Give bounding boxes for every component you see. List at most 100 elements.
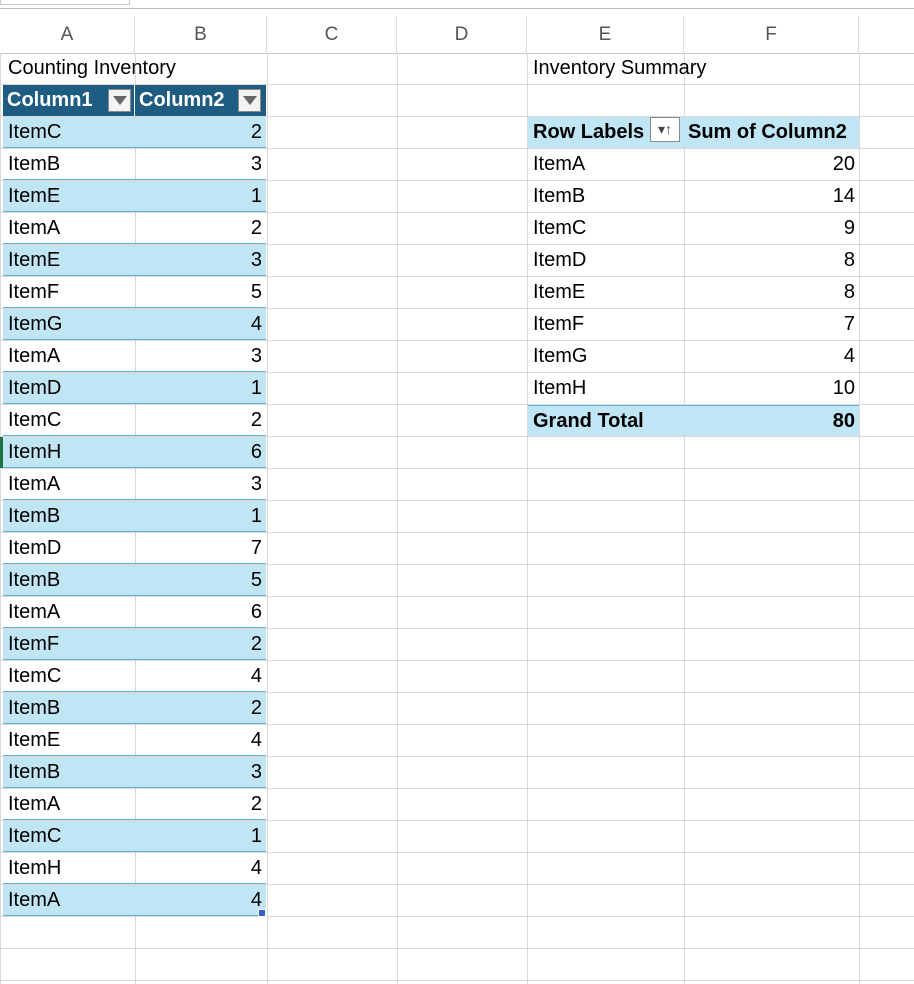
table-row-item-cell[interactable]: ItemA <box>3 789 135 820</box>
table-row-count-cell[interactable]: 2 <box>135 629 266 660</box>
table-row-item-cell[interactable]: ItemC <box>3 117 135 148</box>
table-row-count-cell[interactable]: 5 <box>135 565 266 596</box>
pivot-sum-header[interactable]: Sum of Column2 <box>684 117 859 148</box>
sheet-edge-tab <box>0 0 130 5</box>
table-row-count-cell[interactable]: 4 <box>135 853 266 884</box>
table-row-item-cell[interactable]: ItemC <box>3 405 135 436</box>
table-row-item-cell[interactable]: ItemH <box>3 853 135 884</box>
pivot-grand-total-value[interactable]: 80 <box>684 405 859 436</box>
pivot-row-value[interactable]: 4 <box>684 341 859 372</box>
chevron-down-icon <box>242 96 257 105</box>
table-title[interactable]: Counting Inventory <box>3 53 267 84</box>
table-row-item-cell[interactable]: ItemA <box>3 469 135 500</box>
column-header-e[interactable]: E <box>527 16 684 53</box>
table-row-count-cell[interactable]: 1 <box>135 181 266 212</box>
table-row-item-cell[interactable]: ItemG <box>3 309 135 340</box>
table-row-count-cell[interactable]: 5 <box>135 277 266 308</box>
pivot-row-label[interactable]: ItemG <box>528 341 684 372</box>
pivot-row-value[interactable]: 20 <box>684 149 859 180</box>
row-selection-marker <box>0 437 3 468</box>
table-row-item-cell[interactable]: ItemA <box>3 597 135 628</box>
pivot-row-labels-label: Row Labels <box>533 121 645 143</box>
chevron-down-icon <box>112 96 127 105</box>
grid-hline <box>0 916 914 917</box>
pivot-row-label[interactable]: ItemD <box>528 245 684 276</box>
pivot-row-value[interactable]: 10 <box>684 373 859 404</box>
pivot-title[interactable]: Inventory Summary <box>528 53 858 84</box>
table-row-count-cell[interactable]: 6 <box>135 597 266 628</box>
table-row-item-cell[interactable]: ItemA <box>3 341 135 372</box>
table-row-item-cell[interactable]: ItemB <box>3 565 135 596</box>
pivot-grand-total-label[interactable]: Grand Total <box>528 405 684 436</box>
pivot-row-value[interactable]: 8 <box>684 277 859 308</box>
grid-vline <box>0 53 1 984</box>
table-row-count-cell[interactable]: 3 <box>135 469 266 500</box>
table-row-count-cell[interactable]: 2 <box>135 789 266 820</box>
table-header-column1-label: Column1 <box>7 89 93 111</box>
pivot-row-label[interactable]: ItemE <box>528 277 684 308</box>
column-header-c[interactable]: C <box>267 16 397 53</box>
table-row-item-cell[interactable]: ItemF <box>3 277 135 308</box>
table-header-column1[interactable]: Column1 <box>3 85 134 116</box>
pivot-row-value[interactable]: 7 <box>684 309 859 340</box>
table-row-count-cell[interactable]: 1 <box>135 501 266 532</box>
table-row-item-cell[interactable]: ItemA <box>3 885 135 916</box>
table-row-count-cell[interactable]: 4 <box>135 885 266 916</box>
grid-vline <box>397 53 398 984</box>
ribbon-edge <box>0 0 914 16</box>
grid-vline <box>267 53 268 984</box>
pivot-row-value[interactable]: 8 <box>684 245 859 276</box>
table-row-item-cell[interactable]: ItemB <box>3 149 135 180</box>
table-row-item-cell[interactable]: ItemB <box>3 757 135 788</box>
fill-handle[interactable] <box>258 909 266 917</box>
table-row-count-cell[interactable]: 3 <box>135 341 266 372</box>
column-header-d[interactable]: D <box>397 16 527 53</box>
pivot-row-label[interactable]: ItemC <box>528 213 684 244</box>
filter-dropdown-column1[interactable] <box>108 89 131 112</box>
pivot-row-label[interactable]: ItemB <box>528 181 684 212</box>
table-row-count-cell[interactable]: 6 <box>135 437 266 468</box>
table-row-count-cell[interactable]: 7 <box>135 533 266 564</box>
pivot-row-value[interactable]: 9 <box>684 213 859 244</box>
table-row-item-cell[interactable]: ItemE <box>3 181 135 212</box>
sort-filter-icon: ▾↑ <box>657 121 673 137</box>
column-header-a[interactable]: A <box>0 16 135 53</box>
filter-dropdown-column2[interactable] <box>238 89 261 112</box>
table-row-count-cell[interactable]: 2 <box>135 693 266 724</box>
sheet-grid[interactable]: Counting Inventory Column1 Column2 ItemC… <box>0 53 914 984</box>
column-header-f[interactable]: F <box>684 16 859 53</box>
column-headers: A B C D E F <box>0 16 914 54</box>
column-header-b[interactable]: B <box>135 16 267 53</box>
pivot-row-label[interactable]: ItemA <box>528 149 684 180</box>
pivot-row-label[interactable]: ItemH <box>528 373 684 404</box>
table-row-count-cell[interactable]: 3 <box>135 245 266 276</box>
table-row-count-cell[interactable]: 4 <box>135 309 266 340</box>
table-row-item-cell[interactable]: ItemE <box>3 725 135 756</box>
table-row-item-cell[interactable]: ItemB <box>3 693 135 724</box>
table-row-count-cell[interactable]: 4 <box>135 661 266 692</box>
grid-hline <box>0 948 914 949</box>
table-row-item-cell[interactable]: ItemC <box>3 821 135 852</box>
pivot-sort-filter-button[interactable]: ▾↑ <box>650 117 680 142</box>
pivot-row-value[interactable]: 14 <box>684 181 859 212</box>
table-row-count-cell[interactable]: 3 <box>135 149 266 180</box>
ribbon-rule <box>0 8 914 9</box>
table-row-count-cell[interactable]: 4 <box>135 725 266 756</box>
table-row-item-cell[interactable]: ItemA <box>3 213 135 244</box>
table-row-count-cell[interactable]: 3 <box>135 757 266 788</box>
table-row-count-cell[interactable]: 1 <box>135 821 266 852</box>
table-row-item-cell[interactable]: ItemC <box>3 661 135 692</box>
table-row-item-cell[interactable]: ItemD <box>3 373 135 404</box>
table-row-item-cell[interactable]: ItemE <box>3 245 135 276</box>
table-row-item-cell[interactable]: ItemF <box>3 629 135 660</box>
table-row-item-cell[interactable]: ItemB <box>3 501 135 532</box>
table-row-item-cell[interactable]: ItemD <box>3 533 135 564</box>
table-header-column2[interactable]: Column2 <box>135 85 266 116</box>
grid-hline <box>0 980 914 981</box>
table-row-count-cell[interactable]: 2 <box>135 117 266 148</box>
table-row-item-cell[interactable]: ItemH <box>3 437 135 468</box>
table-row-count-cell[interactable]: 2 <box>135 213 266 244</box>
table-row-count-cell[interactable]: 2 <box>135 405 266 436</box>
table-row-count-cell[interactable]: 1 <box>135 373 266 404</box>
pivot-row-label[interactable]: ItemF <box>528 309 684 340</box>
